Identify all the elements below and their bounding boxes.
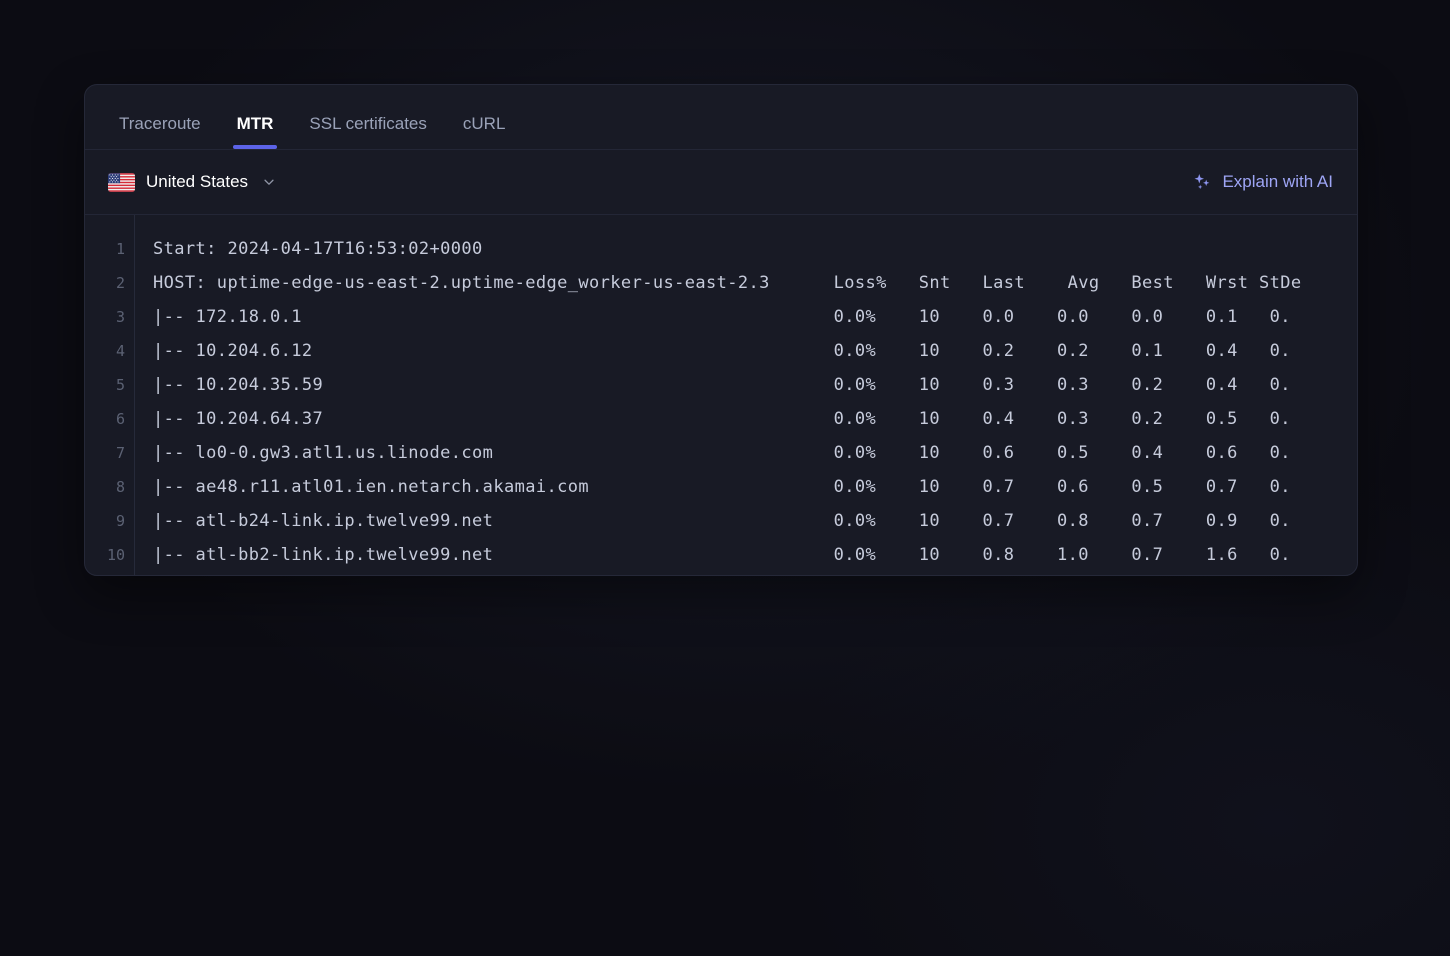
- output-line: |-- ae48.r11.atl01.ien.netarch.akamai.co…: [136, 470, 1357, 504]
- output-line: |-- lo0-0.gw3.atl1.us.linode.com 0.0% 10…: [136, 436, 1357, 470]
- output-line: |-- 10.204.6.12 0.0% 10 0.2 0.2 0.1 0.4 …: [136, 334, 1357, 368]
- output-line: |-- 10.204.64.37 0.0% 10 0.4 0.3 0.2 0.5…: [136, 402, 1357, 436]
- tab-ssl-certificates-label: SSL certificates: [309, 114, 426, 133]
- mtr-output[interactable]: 1 2 3 4 5 6 7 8 9 10 Start: 2024-04-17T1…: [85, 215, 1357, 575]
- chevron-down-icon: [262, 175, 276, 189]
- mtr-results-panel: Traceroute MTR SSL certificates cURL: [84, 84, 1358, 576]
- toolbar: United States Explain with AI: [85, 150, 1357, 215]
- line-number: 2: [85, 266, 134, 300]
- output-line: HOST: uptime-edge-us-east-2.uptime-edge_…: [136, 266, 1357, 300]
- line-number: 8: [85, 470, 134, 504]
- line-number: 6: [85, 402, 134, 436]
- line-number: 3: [85, 300, 134, 334]
- line-number: 10: [85, 538, 134, 572]
- tab-traceroute-label: Traceroute: [119, 114, 201, 133]
- explain-with-ai-label: Explain with AI: [1222, 172, 1333, 192]
- tab-ssl-certificates[interactable]: SSL certificates: [291, 115, 444, 149]
- output-line: Start: 2024-04-17T16:53:02+0000: [136, 232, 1357, 266]
- explain-with-ai-button[interactable]: Explain with AI: [1192, 172, 1333, 192]
- line-number: 4: [85, 334, 134, 368]
- country-name: United States: [146, 172, 248, 192]
- sparkle-icon: [1192, 172, 1212, 192]
- output-line: |-- atl-b24-link.ip.twelve99.net 0.0% 10…: [136, 504, 1357, 538]
- us-flag-icon: [108, 173, 135, 192]
- output-line: |-- atl-bb2-link.ip.twelve99.net 0.0% 10…: [136, 538, 1357, 572]
- output-line: |-- 172.18.0.1 0.0% 10 0.0 0.0 0.0 0.1 0…: [136, 300, 1357, 334]
- mtr-output-text: Start: 2024-04-17T16:53:02+0000 HOST: up…: [136, 215, 1357, 575]
- tab-curl-label: cURL: [463, 114, 506, 133]
- line-number: 1: [85, 232, 134, 266]
- tab-bar: Traceroute MTR SSL certificates cURL: [85, 85, 1357, 150]
- line-number: 9: [85, 504, 134, 538]
- tab-traceroute[interactable]: Traceroute: [101, 115, 219, 149]
- tab-mtr[interactable]: MTR: [219, 115, 292, 149]
- output-line: |-- 10.204.35.59 0.0% 10 0.3 0.3 0.2 0.4…: [136, 368, 1357, 402]
- line-number: 5: [85, 368, 134, 402]
- tab-curl[interactable]: cURL: [445, 115, 524, 149]
- line-number: 7: [85, 436, 134, 470]
- tab-mtr-label: MTR: [237, 114, 274, 133]
- line-number-gutter: 1 2 3 4 5 6 7 8 9 10: [85, 215, 135, 575]
- country-selector[interactable]: United States: [108, 172, 276, 192]
